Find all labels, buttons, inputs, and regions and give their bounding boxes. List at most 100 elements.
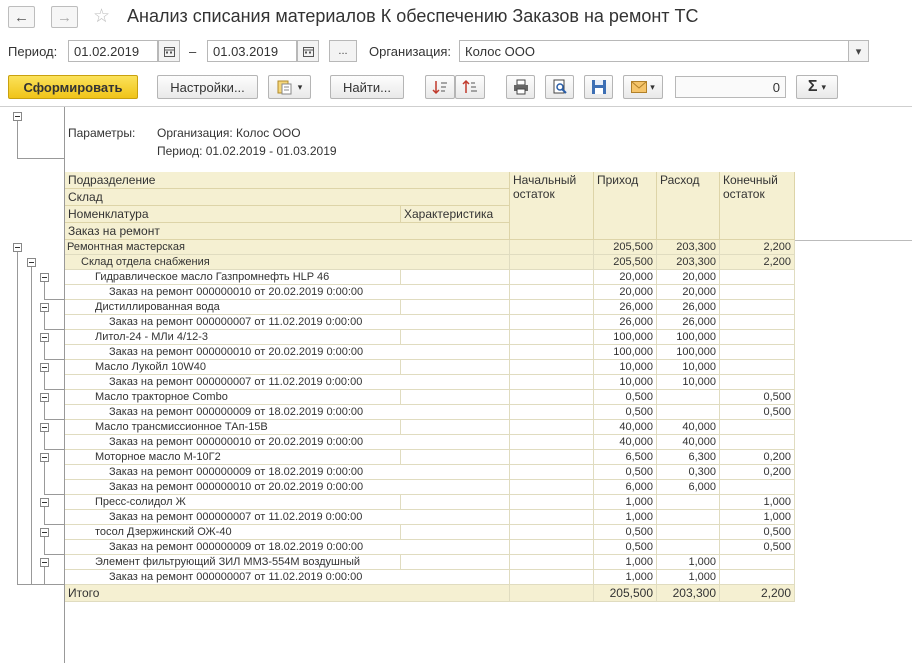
item-row[interactable]: Пресс-солидол Ж 1,000 1,000 (65, 495, 795, 510)
expense-cell: 203,300 (657, 255, 720, 270)
expense-cell: 0,300 (657, 465, 720, 480)
forward-button[interactable]: → (51, 6, 78, 28)
chevron-down-icon: ▾ (650, 81, 655, 92)
income-cell: 100,000 (594, 345, 657, 360)
income-cell: 0,500 (594, 540, 657, 555)
variant-menu-button[interactable]: ▾ (268, 75, 311, 99)
item-row[interactable]: Масло Лукойл 10W40 10,000 10,000 (65, 360, 795, 375)
sort-descending-button[interactable] (455, 75, 485, 99)
collapse-toggle-icon[interactable] (27, 258, 36, 267)
item-row[interactable]: Дистиллированная вода 26,000 26,000 (65, 300, 795, 315)
collapse-toggle-icon[interactable] (40, 558, 49, 567)
outline-line (17, 158, 65, 159)
order-row[interactable]: Заказ на ремонт 000000010 от 20.02.2019 … (65, 285, 795, 300)
period-select-button[interactable]: ... (329, 40, 357, 62)
collapse-toggle-icon[interactable] (40, 363, 49, 372)
sum-mode-button[interactable]: Σ ▾ (796, 75, 838, 99)
item-row[interactable]: Масло трансмиссионное ТАп-15В 40,000 40,00… (65, 420, 795, 435)
row-name: Ремонтная мастерская (65, 240, 510, 255)
income-cell: 10,000 (594, 375, 657, 390)
collapse-toggle-icon[interactable] (13, 243, 22, 252)
outline-line (44, 402, 45, 419)
back-button[interactable]: ← (8, 6, 35, 28)
warehouse-row[interactable]: Склад отдела снабжения 205,500 203,300 2,20… (65, 255, 795, 270)
collapse-toggle-icon[interactable] (40, 423, 49, 432)
order-row[interactable]: Заказ на ремонт 000000010 от 20.02.2019 … (65, 435, 795, 450)
collapse-toggle-icon[interactable] (40, 528, 49, 537)
subdivision-row[interactable]: Ремонтная мастерская 205,500 203,300 2,200 (65, 240, 795, 255)
send-email-button[interactable]: ▾ (623, 75, 663, 99)
parameter-period: Период: 01.02.2019 - 01.03.2019 (157, 144, 337, 158)
closing-balance-cell: 0,500 (720, 540, 795, 555)
calendar-to-button[interactable] (297, 40, 319, 62)
order-row[interactable]: Заказ на ремонт 000000009 от 18.02.2019 … (65, 465, 795, 480)
closing-balance-cell (720, 315, 795, 330)
organization-dropdown-button[interactable]: ▾ (848, 40, 869, 62)
characteristic-cell (401, 330, 510, 345)
order-row[interactable]: Заказ на ремонт 000000010 от 20.02.2019 … (65, 345, 795, 360)
order-row[interactable]: Заказ на ремонт 000000007 от 11.02.2019 … (65, 570, 795, 585)
printer-icon (513, 79, 528, 95)
order-row[interactable]: Заказ на ремонт 000000007 от 11.02.2019 … (65, 510, 795, 525)
order-row[interactable]: Заказ на ремонт 000000009 от 18.02.2019 … (65, 405, 795, 420)
income-cell: 0,500 (594, 465, 657, 480)
collapse-toggle-icon[interactable] (13, 112, 22, 121)
save-button[interactable] (584, 75, 613, 99)
item-row[interactable]: Литол-24 - МЛи 4/12-3 100,000 100,000 (65, 330, 795, 345)
outline-line (44, 372, 45, 389)
date-to-field[interactable]: 01.03.2019 (207, 40, 297, 62)
closing-balance-cell: 1,000 (720, 495, 795, 510)
collapse-toggle-icon[interactable] (40, 453, 49, 462)
calendar-from-button[interactable] (158, 40, 180, 62)
item-row[interactable]: Гидравлическое масло Газпромнефть HLP 46… (65, 270, 795, 285)
expense-cell (657, 540, 720, 555)
item-row[interactable]: Моторное масло М-10Г2 6,500 6,300 0,200 (65, 450, 795, 465)
expense-cell (657, 405, 720, 420)
collapse-toggle-icon[interactable] (40, 333, 49, 342)
row-name: Дистиллированная вода (65, 300, 401, 315)
order-row[interactable]: Заказ на ремонт 000000007 от 11.02.2019 … (65, 315, 795, 330)
order-row[interactable]: Заказ на ремонт 000000010 от 20.02.2019 … (65, 480, 795, 495)
opening-balance-cell (510, 420, 594, 435)
outline-line (44, 329, 64, 330)
header-warehouse: Склад (65, 189, 510, 206)
date-from-field[interactable]: 01.02.2019 (68, 40, 158, 62)
collapse-toggle-icon[interactable] (40, 498, 49, 507)
collapse-toggle-icon[interactable] (40, 273, 49, 282)
closing-balance-cell: 0,500 (720, 525, 795, 540)
income-cell: 1,000 (594, 510, 657, 525)
expense-cell: 6,000 (657, 480, 720, 495)
closing-balance-cell (720, 360, 795, 375)
sort-ascending-button[interactable] (425, 75, 455, 99)
closing-balance-cell: 0,200 (720, 450, 795, 465)
generate-button[interactable]: Сформировать (8, 75, 138, 99)
total-income: 205,500 (594, 585, 657, 602)
outline-line (17, 252, 18, 584)
closing-balance-cell (720, 345, 795, 360)
report-sheet[interactable]: Параметры: Организация: Колос ООО Период… (0, 106, 912, 663)
item-row[interactable]: Элемент фильтрующий ЗИЛ ММЗ-554М воздушн… (65, 555, 795, 570)
outline-line (44, 389, 64, 390)
order-row[interactable]: Заказ на ремонт 000000007 от 11.02.2019 … (65, 375, 795, 390)
expense-cell (657, 510, 720, 525)
print-button[interactable] (506, 75, 535, 99)
income-cell: 20,000 (594, 285, 657, 300)
characteristic-cell (401, 555, 510, 570)
opening-balance-cell (510, 315, 594, 330)
find-button[interactable]: Найти... (330, 75, 404, 99)
order-row[interactable]: Заказ на ремонт 000000009 от 18.02.2019 … (65, 540, 795, 555)
table-header: Подразделение Склад Номенклатура Характе… (65, 172, 795, 240)
opening-balance-cell (510, 285, 594, 300)
collapse-toggle-icon[interactable] (40, 303, 49, 312)
outline-line (44, 554, 64, 555)
expense-cell (657, 390, 720, 405)
opening-balance-cell (510, 375, 594, 390)
item-row[interactable]: тосол Дзержинский ОЖ-40 0,500 0,500 (65, 525, 795, 540)
item-row[interactable]: Масло тракторное Combo 0,500 0,500 (65, 390, 795, 405)
collapse-toggle-icon[interactable] (40, 393, 49, 402)
preview-button[interactable] (545, 75, 574, 99)
selection-sum-field[interactable]: 0 (675, 76, 786, 98)
favorite-star-icon[interactable]: ☆ (93, 5, 110, 28)
settings-button[interactable]: Настройки... (157, 75, 258, 99)
organization-field[interactable]: Колос ООО (459, 40, 849, 62)
